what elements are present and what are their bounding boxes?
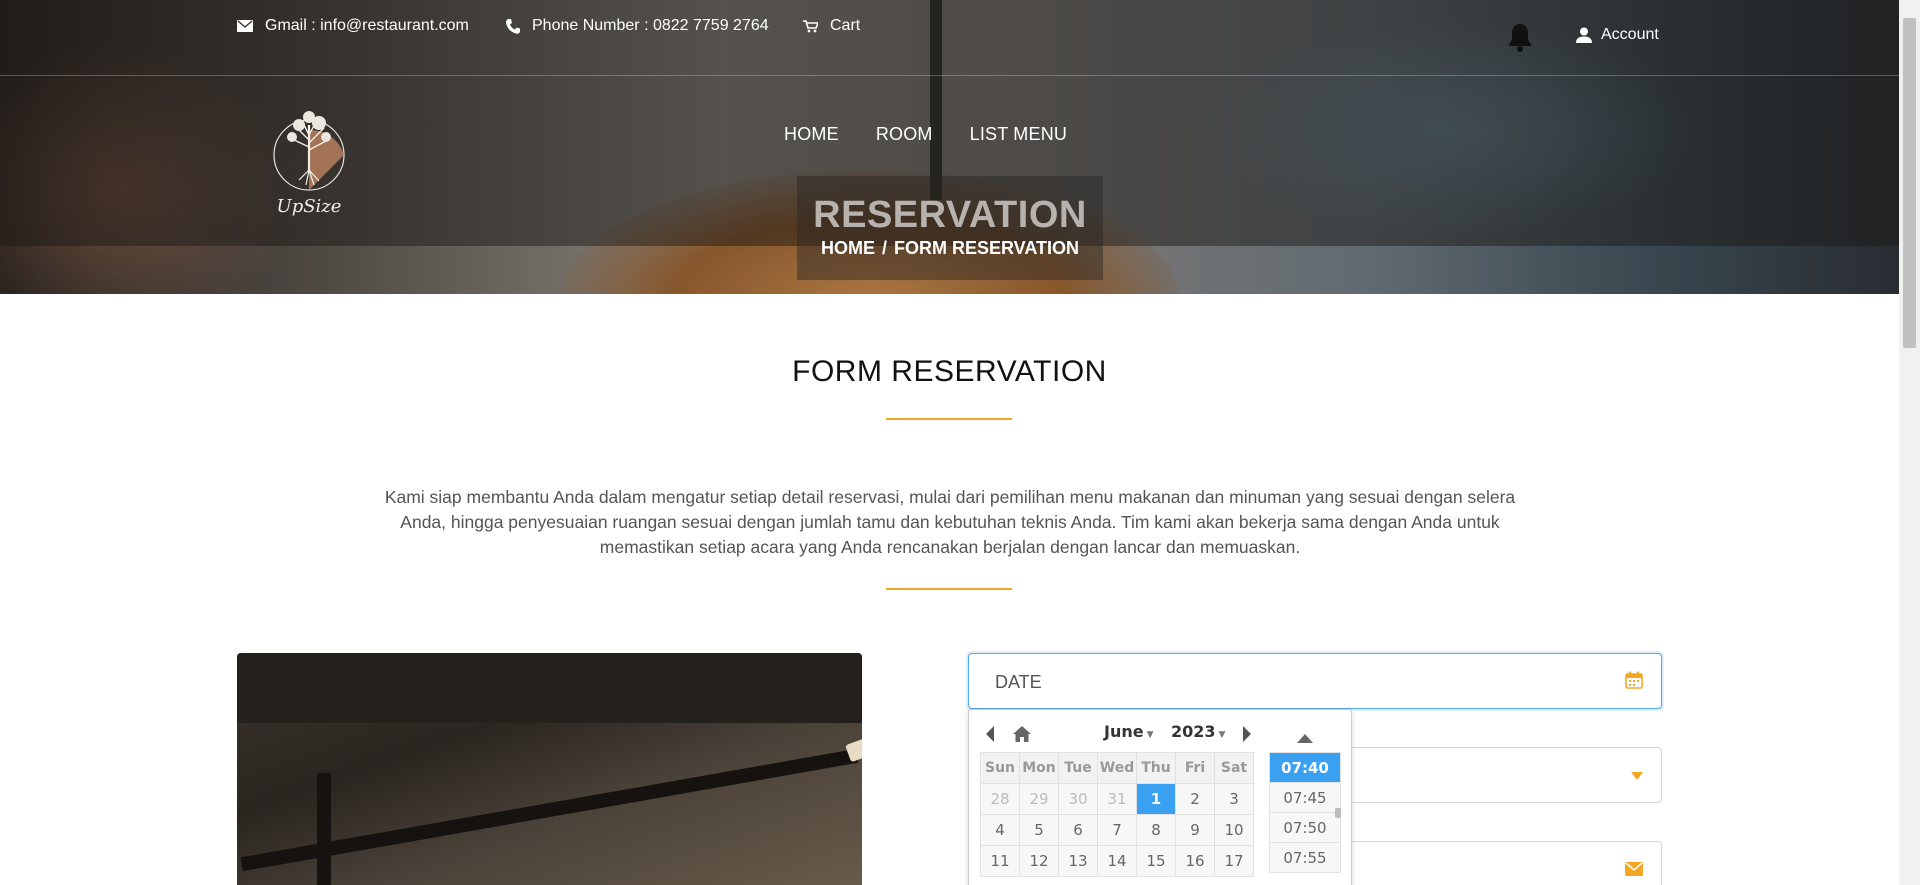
nav-room[interactable]: ROOM: [876, 124, 933, 145]
calendar-day[interactable]: 12: [1019, 845, 1059, 877]
mail-icon: [237, 20, 253, 32]
restaurant-photo: [237, 653, 862, 885]
weekday-label: Wed: [1097, 752, 1137, 784]
envelope-icon: [1625, 862, 1643, 876]
year-label: 2023: [1171, 722, 1216, 741]
intro-divider: [886, 588, 1012, 590]
breadcrumb: HOME / FORM RESERVATION: [797, 238, 1103, 259]
topbar-phone[interactable]: Phone Number : 0822 7759 2764: [506, 17, 769, 35]
calendar-day[interactable]: 14: [1097, 845, 1137, 877]
caret-down-icon: [1631, 772, 1643, 780]
section-title: FORM RESERVATION: [792, 355, 1107, 388]
home-icon[interactable]: [1012, 722, 1032, 746]
breadcrumb-home[interactable]: HOME: [821, 238, 875, 258]
date-input-value: DATE: [995, 672, 1042, 692]
nav-home[interactable]: HOME: [784, 124, 839, 145]
date-input[interactable]: DATE: [968, 653, 1662, 709]
calendar-day[interactable]: 6: [1058, 814, 1098, 846]
month-select[interactable]: June ▼: [1104, 722, 1154, 746]
weekday-label: Sun: [980, 752, 1020, 784]
weekday-label: Sat: [1214, 752, 1254, 784]
year-select[interactable]: 2023 ▼: [1171, 722, 1225, 746]
nav-list-menu[interactable]: LIST MENU: [970, 124, 1068, 145]
time-up-icon[interactable]: [1296, 726, 1314, 750]
phone-icon: [506, 18, 520, 34]
calendar-week: 4 5 6 7 8 9 10: [980, 814, 1254, 846]
calendar-day[interactable]: 16: [1175, 845, 1215, 877]
topbar-email[interactable]: Gmail : info@restaurant.com: [237, 17, 469, 35]
calendar-day-selected[interactable]: 1: [1136, 783, 1176, 815]
breadcrumb-separator: /: [881, 238, 887, 258]
main-nav: HOME ROOM LIST MENU: [784, 124, 1067, 145]
topbar-cart[interactable]: Cart: [803, 17, 860, 35]
calendar-week: 28 29 30 31 1 2 3: [980, 783, 1254, 815]
weekday-label: Mon: [1019, 752, 1059, 784]
calendar-day[interactable]: 10: [1214, 814, 1254, 846]
topbar-divider: [0, 75, 1899, 76]
calendar-day[interactable]: 7: [1097, 814, 1137, 846]
calendar-day[interactable]: 31: [1097, 783, 1137, 815]
page-scrollbar-thumb[interactable]: [1903, 18, 1916, 348]
month-label: June: [1104, 722, 1144, 741]
topbar-cart-text: Cart: [830, 17, 861, 34]
logo-wordmark: UpSize: [277, 196, 342, 217]
topbar-phone-text: Phone Number : 0822 7759 2764: [532, 17, 769, 34]
section-divider: [886, 418, 1012, 420]
weekday-label: Fri: [1175, 752, 1215, 784]
datetime-picker: June ▼ 2023 ▼ Sun Mon Tue Wed Thu Fri Sat …: [968, 709, 1352, 885]
intro-text: Kami siap membantu Anda dalam mengatur s…: [384, 487, 1516, 557]
calendar-day[interactable]: 8: [1136, 814, 1176, 846]
time-option[interactable]: 07:45: [1269, 782, 1341, 813]
time-option[interactable]: 07:50: [1269, 812, 1341, 843]
calendar-day[interactable]: 3: [1214, 783, 1254, 815]
calendar-day[interactable]: 30: [1058, 783, 1098, 815]
next-month-icon[interactable]: [1241, 722, 1253, 746]
upsize-logo[interactable]: UpSize: [264, 95, 354, 225]
calendar-day[interactable]: 11: [980, 845, 1020, 877]
calendar-day[interactable]: 5: [1019, 814, 1059, 846]
time-list-scrollbar[interactable]: [1335, 808, 1341, 818]
calendar-day[interactable]: 4: [980, 814, 1020, 846]
breadcrumb-current: FORM RESERVATION: [894, 238, 1080, 258]
user-icon: [1576, 27, 1592, 43]
weekday-label: Tue: [1058, 752, 1098, 784]
calendar-day[interactable]: 28: [980, 783, 1020, 815]
calendar-day[interactable]: 2: [1175, 783, 1215, 815]
page-title: RESERVATION: [813, 194, 1087, 236]
time-option-selected[interactable]: 07:40: [1269, 752, 1341, 783]
time-list: 07:40 07:45 07:50 07:55: [1269, 752, 1341, 873]
prev-month-icon[interactable]: [984, 722, 996, 746]
weekday-header: Sun Mon Tue Wed Thu Fri Sat: [980, 752, 1254, 784]
topbar-email-text: Gmail : info@restaurant.com: [265, 17, 469, 34]
weekday-label: Thu: [1136, 752, 1176, 784]
calendar-day[interactable]: 9: [1175, 814, 1215, 846]
calendar-grid: Sun Mon Tue Wed Thu Fri Sat 28 29 30 31 …: [980, 752, 1254, 877]
calendar-day[interactable]: 15: [1136, 845, 1176, 877]
cart-icon: [803, 19, 818, 32]
bell-icon[interactable]: [1506, 22, 1534, 52]
account-label: Account: [1601, 26, 1659, 43]
calendar-icon[interactable]: [1625, 671, 1643, 689]
calendar-week: 11 12 13 14 15 16 17: [980, 845, 1254, 877]
calendar-day[interactable]: 13: [1058, 845, 1098, 877]
page-scrollbar[interactable]: [1899, 0, 1920, 885]
time-option[interactable]: 07:55: [1269, 842, 1341, 873]
calendar-day[interactable]: 29: [1019, 783, 1059, 815]
calendar-day[interactable]: 17: [1214, 845, 1254, 877]
account-link[interactable]: Account: [1576, 26, 1659, 44]
